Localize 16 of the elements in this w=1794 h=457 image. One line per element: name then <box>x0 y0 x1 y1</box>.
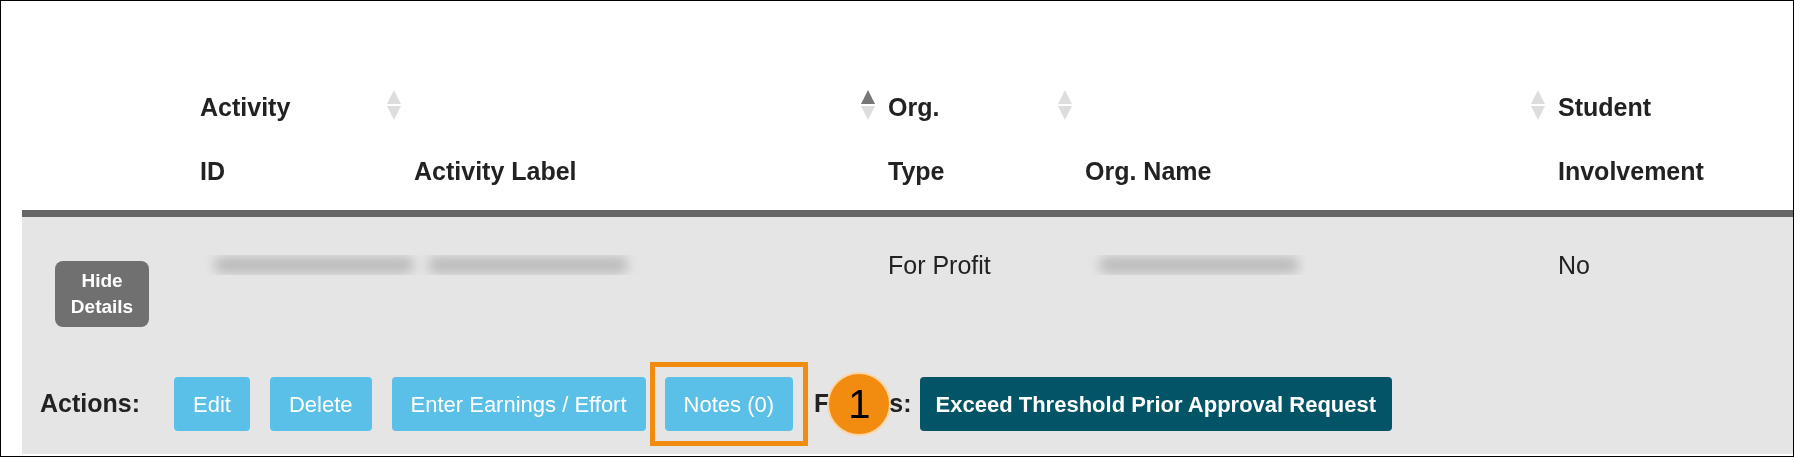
hide-details-button[interactable]: Hide Details <box>55 261 149 327</box>
column-header[interactable]: Org. <box>888 75 945 139</box>
column-header[interactable]: Activity Label <box>414 139 577 203</box>
column-header[interactable]: Involvement <box>1558 139 1704 203</box>
actions-label: Actions: <box>40 388 140 420</box>
form-button[interactable]: Exceed Threshold Prior Approval Request <box>919 377 1393 431</box>
column-header[interactable]: Student <box>1558 75 1704 139</box>
column-header[interactable]: ID <box>200 139 291 203</box>
sort-icon[interactable] <box>860 89 876 121</box>
forms-label: s: <box>889 388 912 420</box>
column-header[interactable]: Activity <box>200 75 291 139</box>
column-header[interactable]: Org. Name <box>1085 139 1212 203</box>
forms-label: F <box>814 388 830 420</box>
table-cell: For Profit <box>888 251 991 279</box>
column-header[interactable]: Type <box>888 139 945 203</box>
table-cell: No <box>1558 251 1590 279</box>
